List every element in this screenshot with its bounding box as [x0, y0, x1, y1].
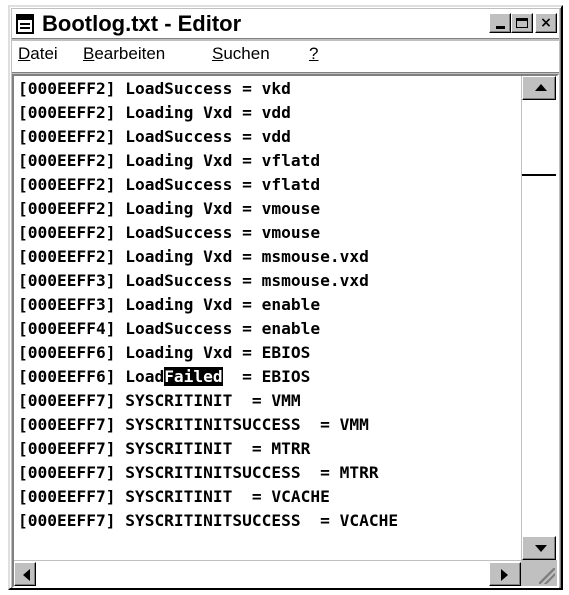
- text-line: [000EEFF2] LoadSuccess = vdd: [18, 125, 291, 149]
- text-area[interactable]: [000EEFF2] LoadSuccess = vkd [000EEFF2] …: [16, 76, 519, 560]
- line-text: [000EEFF2] Loading Vxd = vmouse: [18, 199, 321, 218]
- text-line: [000EEFF7] SYSCRITINIT = VMM: [18, 389, 301, 413]
- scroll-up-button[interactable]: [522, 76, 556, 100]
- window-title: Bootlog.txt - Editor: [42, 11, 242, 36]
- arrow-up-icon: [535, 84, 547, 91]
- menu-mnemonic: D: [18, 44, 31, 63]
- minimize-button[interactable]: [489, 13, 511, 33]
- line-text: [000EEFF2] LoadSuccess = vdd: [18, 127, 291, 146]
- resize-grip-icon[interactable]: [521, 560, 557, 586]
- arrow-down-icon: [535, 545, 547, 552]
- line-text: [000EEFF4] LoadSuccess = enable: [18, 319, 321, 338]
- text-line: [000EEFF4] LoadSuccess = enable: [18, 317, 320, 341]
- vertical-scrollbar[interactable]: [521, 76, 557, 560]
- line-text: [000EEFF7] SYSCRITINITSUCCESS = MTRR: [18, 463, 379, 482]
- text-line: [000EEFF2] LoadSuccess = vkd: [18, 77, 291, 101]
- menu-datei[interactable]: Datei: [18, 44, 58, 64]
- text-line: [000EEFF6] Loading Vxd = EBIOS: [18, 341, 310, 365]
- horizontal-scroll-thumb[interactable]: [36, 562, 52, 586]
- title-bar[interactable]: Bootlog.txt - Editor ×: [12, 9, 559, 39]
- menu-label: uchen: [223, 44, 270, 63]
- text-line: [000EEFF2] LoadSuccess = vmouse: [18, 221, 320, 245]
- menu-help[interactable]: ?: [309, 44, 318, 64]
- text-line: [000EEFF7] SYSCRITINITSUCCESS = VMM: [18, 413, 369, 437]
- text-line: [000EEFF2] Loading Vxd = vdd: [18, 101, 291, 125]
- line-text: [000EEFF7] SYSCRITINIT = VCACHE: [18, 487, 330, 506]
- line-text: = EBIOS: [222, 367, 311, 386]
- text-line: [000EEFF2] LoadSuccess = vflatd: [18, 173, 320, 197]
- maximize-icon: [516, 18, 528, 28]
- menu-mnemonic: S: [212, 44, 224, 63]
- maximize-button[interactable]: [511, 13, 533, 33]
- text-line: [000EEFF2] Loading Vxd = vflatd: [18, 149, 320, 173]
- text-line: [000EEFF7] SYSCRITINITSUCCESS = MTRR: [18, 461, 379, 485]
- close-button[interactable]: ×: [535, 13, 557, 33]
- notepad-icon[interactable]: [16, 14, 34, 34]
- text-line: [000EEFF7] SYSCRITINIT = VCACHE: [18, 485, 330, 509]
- editor-window: Bootlog.txt - Editor × Datei Bearbeiten …: [8, 5, 563, 590]
- scroll-left-button[interactable]: [14, 562, 36, 586]
- scroll-down-button[interactable]: [522, 536, 556, 560]
- line-text: [000EEFF7] SYSCRITINIT = VMM: [18, 391, 301, 410]
- vertical-scroll-thumb[interactable]: [522, 100, 556, 176]
- editor-client-area: [000EEFF2] LoadSuccess = vkd [000EEFF2] …: [12, 74, 559, 588]
- line-text: [000EEFF2] LoadSuccess = vkd: [18, 79, 291, 98]
- minimize-icon: [495, 25, 505, 29]
- line-text: [000EEFF7] SYSCRITINITSUCCESS = VCACHE: [18, 511, 399, 530]
- line-text: [000EEFF2] Loading Vxd = vflatd: [18, 151, 321, 170]
- arrow-left-icon: [23, 569, 30, 581]
- scroll-right-button[interactable]: [489, 562, 521, 586]
- menu-label: earbeiten: [94, 44, 166, 63]
- selected-text[interactable]: Failed: [164, 367, 223, 386]
- text-line-selection: [000EEFF6] LoadFailed = EBIOS: [18, 365, 310, 389]
- text-line: [000EEFF3] LoadSuccess = msmouse.vxd: [18, 269, 369, 293]
- text-line: [000EEFF3] Loading Vxd = enable: [18, 293, 320, 317]
- line-text: [000EEFF7] SYSCRITINIT = MTRR: [18, 439, 311, 458]
- line-text: [000EEFF2] LoadSuccess = vmouse: [18, 223, 321, 242]
- line-text: [000EEFF6] Loading Vxd = EBIOS: [18, 343, 311, 362]
- menu-bar: Datei Bearbeiten Suchen ?: [12, 41, 559, 73]
- text-line: [000EEFF7] SYSCRITINITSUCCESS = VCACHE: [18, 509, 398, 533]
- line-text: [000EEFF3] Loading Vxd = enable: [18, 295, 321, 314]
- line-text: [000EEFF3] LoadSuccess = msmouse.vxd: [18, 271, 369, 290]
- line-text: [000EEFF7] SYSCRITINITSUCCESS = VMM: [18, 415, 369, 434]
- line-text: [000EEFF2] Loading Vxd = vdd: [18, 103, 291, 122]
- menu-mnemonic: B: [83, 44, 95, 63]
- arrow-right-icon: [501, 569, 508, 581]
- text-line: [000EEFF2] Loading Vxd = msmouse.vxd: [18, 245, 369, 269]
- line-text: [000EEFF2] LoadSuccess = vflatd: [18, 175, 321, 194]
- close-icon: ×: [540, 15, 552, 31]
- line-text: [000EEFF2] Loading Vxd = msmouse.vxd: [18, 247, 369, 266]
- menu-label: atei: [30, 44, 58, 63]
- line-text: [000EEFF6] Load: [18, 367, 165, 386]
- horizontal-scrollbar[interactable]: [14, 560, 521, 586]
- text-line: [000EEFF7] SYSCRITINIT = MTRR: [18, 437, 310, 461]
- menu-bearbeiten[interactable]: Bearbeiten: [83, 44, 165, 64]
- menu-mnemonic: ?: [309, 44, 319, 63]
- text-line: [000EEFF2] Loading Vxd = vmouse: [18, 197, 320, 221]
- menu-suchen[interactable]: Suchen: [212, 44, 270, 64]
